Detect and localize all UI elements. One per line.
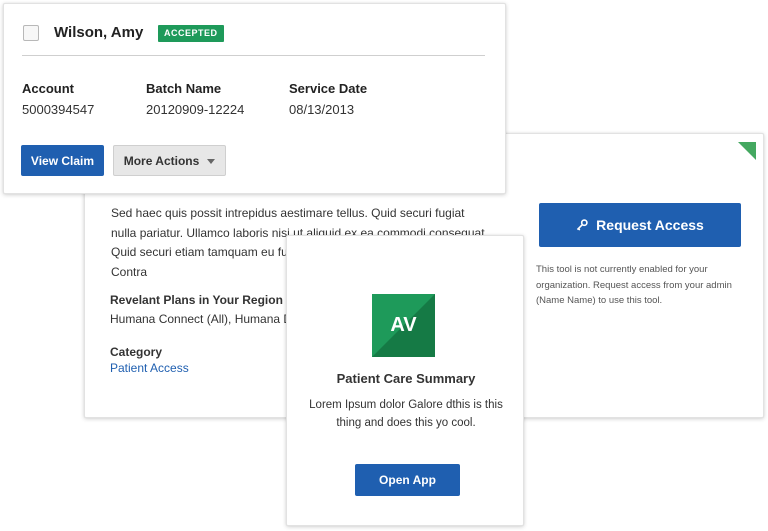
category-link[interactable]: Patient Access xyxy=(110,361,189,375)
patient-name: Wilson, Amy xyxy=(54,24,144,41)
batch-name-value: 20120909-12224 xyxy=(146,102,245,117)
stage: Sed haec quis possit intrepidus aestimar… xyxy=(0,0,768,531)
service-date-label: Service Date xyxy=(289,81,368,96)
chevron-down-icon xyxy=(207,159,216,164)
corner-flag-icon xyxy=(738,142,756,160)
open-app-label: Open App xyxy=(379,473,436,487)
open-app-button[interactable]: Open App xyxy=(355,464,460,496)
claim-card: Wilson, Amy ACCEPTED Account 5000394547 … xyxy=(3,3,506,194)
batch-name-label: Batch Name xyxy=(146,81,222,96)
request-access-note: This tool is not currently enabled for y… xyxy=(536,264,732,306)
request-access-button[interactable]: Request Access xyxy=(539,203,741,247)
category-title: Category xyxy=(110,345,163,359)
more-actions-label: More Actions xyxy=(123,153,200,168)
select-claim-checkbox[interactable] xyxy=(23,25,39,41)
more-actions-button[interactable]: More Actions xyxy=(113,145,226,176)
view-claim-label: View Claim xyxy=(30,153,95,168)
divider xyxy=(22,55,485,56)
app-card: AV Patient Care Summary Lorem Ipsum dolo… xyxy=(286,235,524,526)
account-label: Account xyxy=(22,81,74,96)
plans-title: Revelant Plans in Your Region xyxy=(110,293,283,307)
key-icon xyxy=(576,219,588,231)
view-claim-button[interactable]: View Claim xyxy=(21,145,104,176)
status-badge: ACCEPTED xyxy=(158,25,224,42)
request-access-label: Request Access xyxy=(596,217,704,233)
plans-value: Humana Connect (All), Humana Di xyxy=(110,312,295,326)
app-logo-text: AV xyxy=(390,314,417,336)
app-logo: AV xyxy=(372,294,435,357)
app-description: Lorem Ipsum dolor Galore dthis is this t… xyxy=(309,399,503,429)
app-title: Patient Care Summary xyxy=(336,371,476,386)
account-value: 5000394547 xyxy=(22,102,95,117)
service-date-value: 08/13/2013 xyxy=(289,102,355,117)
